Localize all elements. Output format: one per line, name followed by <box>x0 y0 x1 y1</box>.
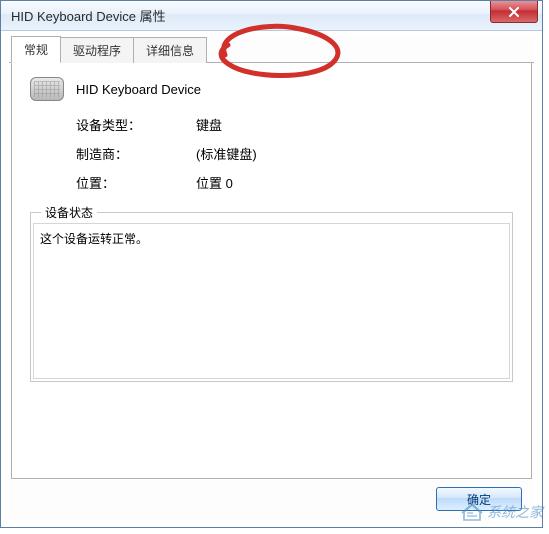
titlebar[interactable]: HID Keyboard Device 属性 <box>1 1 542 31</box>
status-textarea[interactable]: 这个设备运转正常。 <box>33 223 510 379</box>
label-device-type: 设备类型： <box>76 115 196 134</box>
close-icon <box>508 7 520 17</box>
device-status-group: 设备状态 这个设备运转正常。 <box>30 212 513 382</box>
device-name: HID Keyboard Device <box>76 82 201 97</box>
window-title: HID Keyboard Device 属性 <box>11 6 166 25</box>
row-manufacturer: 制造商： (标准键盘) <box>76 144 513 163</box>
label-manufacturer: 制造商： <box>76 144 196 163</box>
value-manufacturer: (标准键盘) <box>196 144 257 163</box>
tab-strip: 常规 驱动程序 详细信息 <box>9 37 534 63</box>
tab-driver[interactable]: 驱动程序 <box>60 37 134 63</box>
status-legend: 设备状态 <box>41 204 97 221</box>
row-device-type: 设备类型： 键盘 <box>76 115 513 134</box>
device-header: HID Keyboard Device <box>30 77 513 101</box>
device-info: 设备类型： 键盘 制造商： (标准键盘) 位置： 位置 0 <box>76 115 513 192</box>
properties-dialog: HID Keyboard Device 属性 常规 驱动程序 详细信息 HID … <box>0 0 543 528</box>
tab-general[interactable]: 常规 <box>11 36 61 63</box>
label-location: 位置： <box>76 173 196 192</box>
close-button[interactable] <box>490 1 538 23</box>
client-area: 常规 驱动程序 详细信息 HID Keyboard Device 设备类型： 键… <box>9 37 534 519</box>
ok-button[interactable]: 确定 <box>436 487 522 511</box>
value-device-type: 键盘 <box>196 115 222 134</box>
keyboard-icon <box>30 77 64 101</box>
value-location: 位置 0 <box>196 173 233 192</box>
row-location: 位置： 位置 0 <box>76 173 513 192</box>
tab-details[interactable]: 详细信息 <box>133 37 207 63</box>
tab-panel-general: HID Keyboard Device 设备类型： 键盘 制造商： (标准键盘)… <box>11 63 532 479</box>
